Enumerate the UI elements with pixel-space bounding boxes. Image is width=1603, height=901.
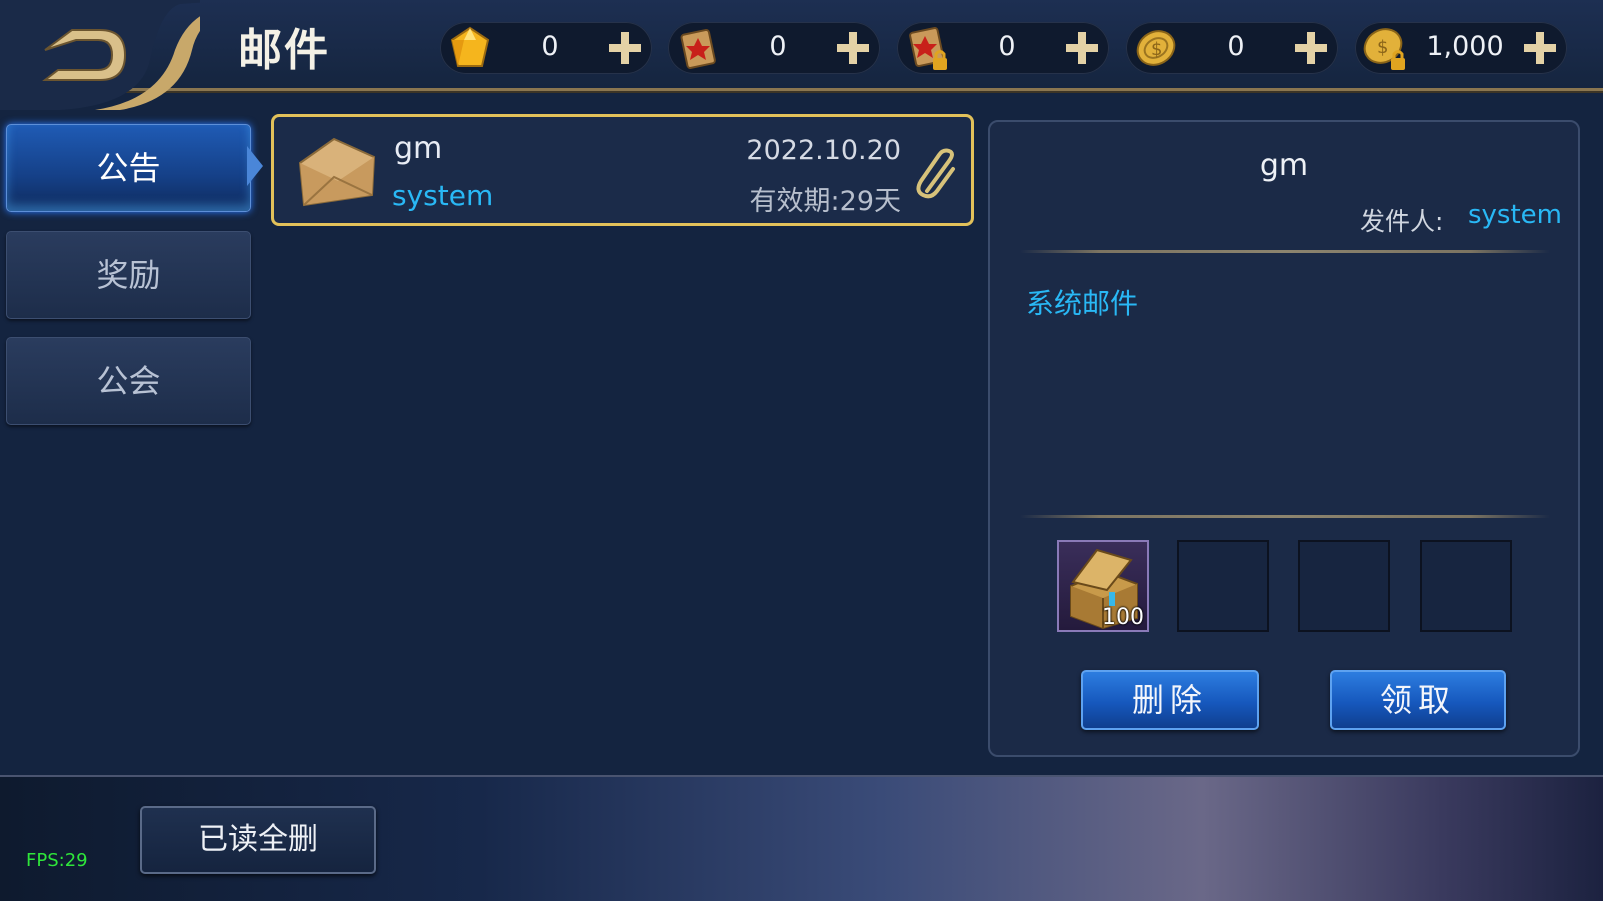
resource-value: 0 — [1227, 31, 1245, 62]
delete-all-read-button[interactable]: 已读全删 — [140, 806, 376, 874]
svg-text:$: $ — [1151, 39, 1162, 60]
scroll-icon — [680, 28, 716, 69]
mail-expiry: 有效期:29天 — [749, 186, 901, 217]
gold-coin-icon: $ — [1136, 30, 1176, 66]
mail-list-item[interactable]: gm system 2022.10.20 有效期:29天 — [271, 114, 974, 226]
back-button[interactable] — [0, 0, 240, 110]
resource-locked-scrolls: 0 — [897, 22, 1109, 74]
tab-announcement[interactable]: 公告 — [6, 124, 251, 212]
envelope-icon — [298, 137, 376, 207]
active-tab-arrow — [247, 146, 263, 186]
resource-value: 0 — [998, 31, 1016, 62]
gem-icon — [450, 26, 490, 67]
detail-title: gm — [1259, 148, 1309, 183]
attachment-slot-empty — [1177, 540, 1269, 632]
resource-value: 0 — [769, 31, 787, 62]
delete-button[interactable]: 删除 — [1081, 670, 1259, 730]
detail-body: 系统邮件 — [1026, 287, 1139, 320]
attachment-slot-empty — [1298, 540, 1390, 632]
add-locked-scrolls-plus-icon[interactable] — [1061, 27, 1103, 69]
add-locked-gold-plus-icon[interactable] — [1519, 27, 1561, 69]
mail-detail-panel: gm 发件人: system 系统邮件 100 删除 领取 — [988, 120, 1580, 757]
attachment-qty: 100 — [1102, 605, 1144, 630]
locked-scroll-icon — [909, 27, 947, 70]
back-arrow-icon — [0, 0, 240, 110]
add-gold-plus-icon[interactable] — [1290, 27, 1332, 69]
resource-scrolls: 0 — [668, 22, 880, 74]
tab-rewards[interactable]: 奖励 — [6, 231, 251, 319]
mail-date: 2022.10.20 — [746, 135, 901, 166]
locked-coin-icon: $ — [1363, 28, 1405, 70]
detail-sender: system — [1468, 200, 1562, 230]
resource-value: 0 — [541, 31, 559, 62]
svg-text:$: $ — [1377, 37, 1388, 58]
add-gems-plus-icon[interactable] — [604, 27, 646, 69]
detail-sender-label: 发件人: — [1360, 207, 1444, 236]
mail-subject: gm — [394, 131, 443, 166]
paperclip-icon — [916, 148, 955, 199]
add-scrolls-plus-icon[interactable] — [832, 27, 874, 69]
resource-locked-gold: $ 1,000 — [1355, 22, 1567, 74]
page-title: 邮件 — [238, 25, 330, 76]
tab-guild[interactable]: 公会 — [6, 337, 251, 425]
mail-sender: system — [392, 179, 494, 212]
resource-gems: 0 — [440, 22, 652, 74]
divider — [1020, 515, 1550, 518]
resource-gold: $ 0 — [1126, 22, 1338, 74]
attachment-slot[interactable]: 100 — [1057, 540, 1149, 632]
divider — [1020, 250, 1550, 253]
resource-value: 1,000 — [1426, 31, 1504, 62]
attachment-slot-empty — [1420, 540, 1512, 632]
claim-button[interactable]: 领取 — [1330, 670, 1506, 730]
fps-counter: FPS:29 — [26, 850, 88, 871]
